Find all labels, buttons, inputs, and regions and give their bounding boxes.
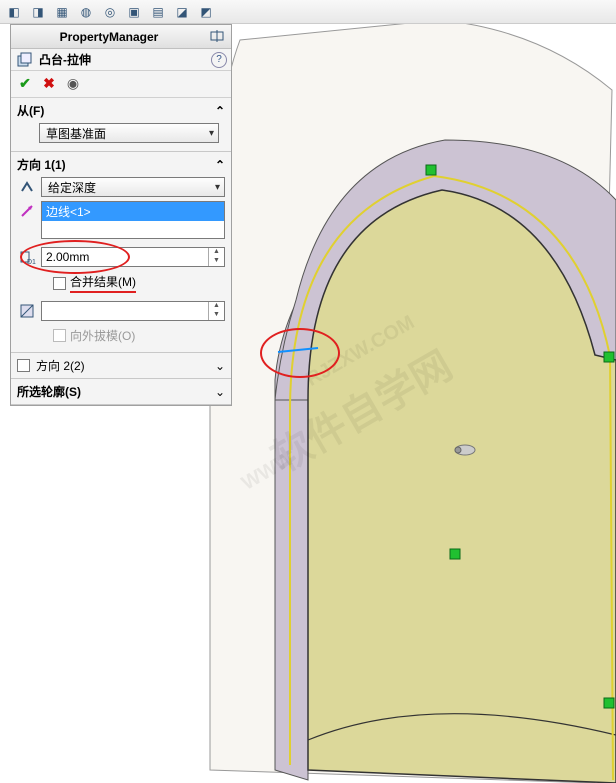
- selected-edge[interactable]: 边线<1>: [42, 202, 224, 221]
- svg-text:D1: D1: [27, 259, 36, 266]
- toolbar-icon[interactable]: ◧: [4, 2, 24, 22]
- collapse-icon[interactable]: ⌃: [215, 104, 225, 118]
- direction1-label: 方向 1(1): [17, 156, 66, 173]
- feature-title-row: 凸台-拉伸 ?: [11, 49, 231, 71]
- help-icon[interactable]: ?: [211, 52, 227, 68]
- toolbar-icon[interactable]: ◨: [28, 2, 48, 22]
- pin-icon[interactable]: [209, 28, 227, 46]
- direction1-section: 方向 1(1) ⌃ 给定深度 边线<1> D1 2.00mm: [11, 152, 231, 353]
- expand-icon[interactable]: ⌄: [215, 385, 225, 399]
- draft-angle-input[interactable]: ▲▼: [41, 301, 225, 321]
- merge-result-label: 合并结果(M): [70, 273, 136, 293]
- feature-name: 凸台-拉伸: [39, 51, 91, 68]
- contours-section[interactable]: 所选轮廓(S) ⌄: [11, 379, 231, 405]
- toolbar-icon[interactable]: ◎: [100, 2, 120, 22]
- contours-label: 所选轮廓(S): [17, 383, 81, 400]
- draft-icon[interactable]: [17, 301, 37, 321]
- panel-header: PropertyManager: [11, 25, 231, 49]
- draft-outward-label: 向外拔模(O): [70, 327, 135, 344]
- from-label: 从(F): [17, 102, 44, 119]
- end-condition-combo[interactable]: 给定深度: [41, 177, 225, 197]
- from-combo[interactable]: 草图基准面: [39, 123, 219, 143]
- preview-button[interactable]: ◉: [65, 75, 81, 91]
- toolbar-icon[interactable]: ◩: [196, 2, 216, 22]
- direction2-checkbox[interactable]: [17, 359, 30, 372]
- action-row: ✔ ✖ ◉: [11, 71, 231, 98]
- direction-vector-icon[interactable]: [17, 201, 37, 221]
- toolbar-icon[interactable]: ▣: [124, 2, 144, 22]
- extrude-icon: [15, 51, 33, 69]
- direction2-section[interactable]: 方向 2(2) ⌄: [11, 353, 231, 379]
- property-manager-panel: PropertyManager 凸台-拉伸 ? ✔ ✖ ◉ 从(F) ⌃ 草图基…: [10, 24, 232, 406]
- depth-spinner[interactable]: ▲▼: [208, 248, 224, 266]
- cancel-button[interactable]: ✖: [41, 75, 57, 91]
- expand-icon[interactable]: ⌄: [215, 359, 225, 373]
- toolbar-icon[interactable]: ▦: [52, 2, 72, 22]
- direction2-label: 方向 2(2): [36, 357, 85, 374]
- toolbar-icon[interactable]: ◍: [76, 2, 96, 22]
- end-condition-value: 给定深度: [48, 179, 96, 196]
- depth-icon: D1: [17, 247, 37, 267]
- depth-input[interactable]: 2.00mm ▲▼: [41, 247, 225, 267]
- reverse-direction-icon[interactable]: [17, 177, 37, 197]
- toolbar-icon[interactable]: ▤: [148, 2, 168, 22]
- panel-title: PropertyManager: [15, 30, 203, 44]
- command-toolbar: ◧ ◨ ▦ ◍ ◎ ▣ ▤ ◪ ◩: [0, 0, 616, 24]
- draft-spinner[interactable]: ▲▼: [208, 302, 224, 320]
- toolbar-icon[interactable]: ◪: [172, 2, 192, 22]
- direction-reference-list[interactable]: 边线<1>: [41, 201, 225, 239]
- collapse-icon[interactable]: ⌃: [215, 158, 225, 172]
- draft-outward-checkbox: [53, 329, 66, 342]
- merge-result-checkbox[interactable]: [53, 277, 66, 290]
- depth-value: 2.00mm: [46, 250, 89, 264]
- ok-button[interactable]: ✔: [17, 75, 33, 91]
- from-section: 从(F) ⌃ 草图基准面: [11, 98, 231, 152]
- from-combo-value: 草图基准面: [46, 125, 106, 142]
